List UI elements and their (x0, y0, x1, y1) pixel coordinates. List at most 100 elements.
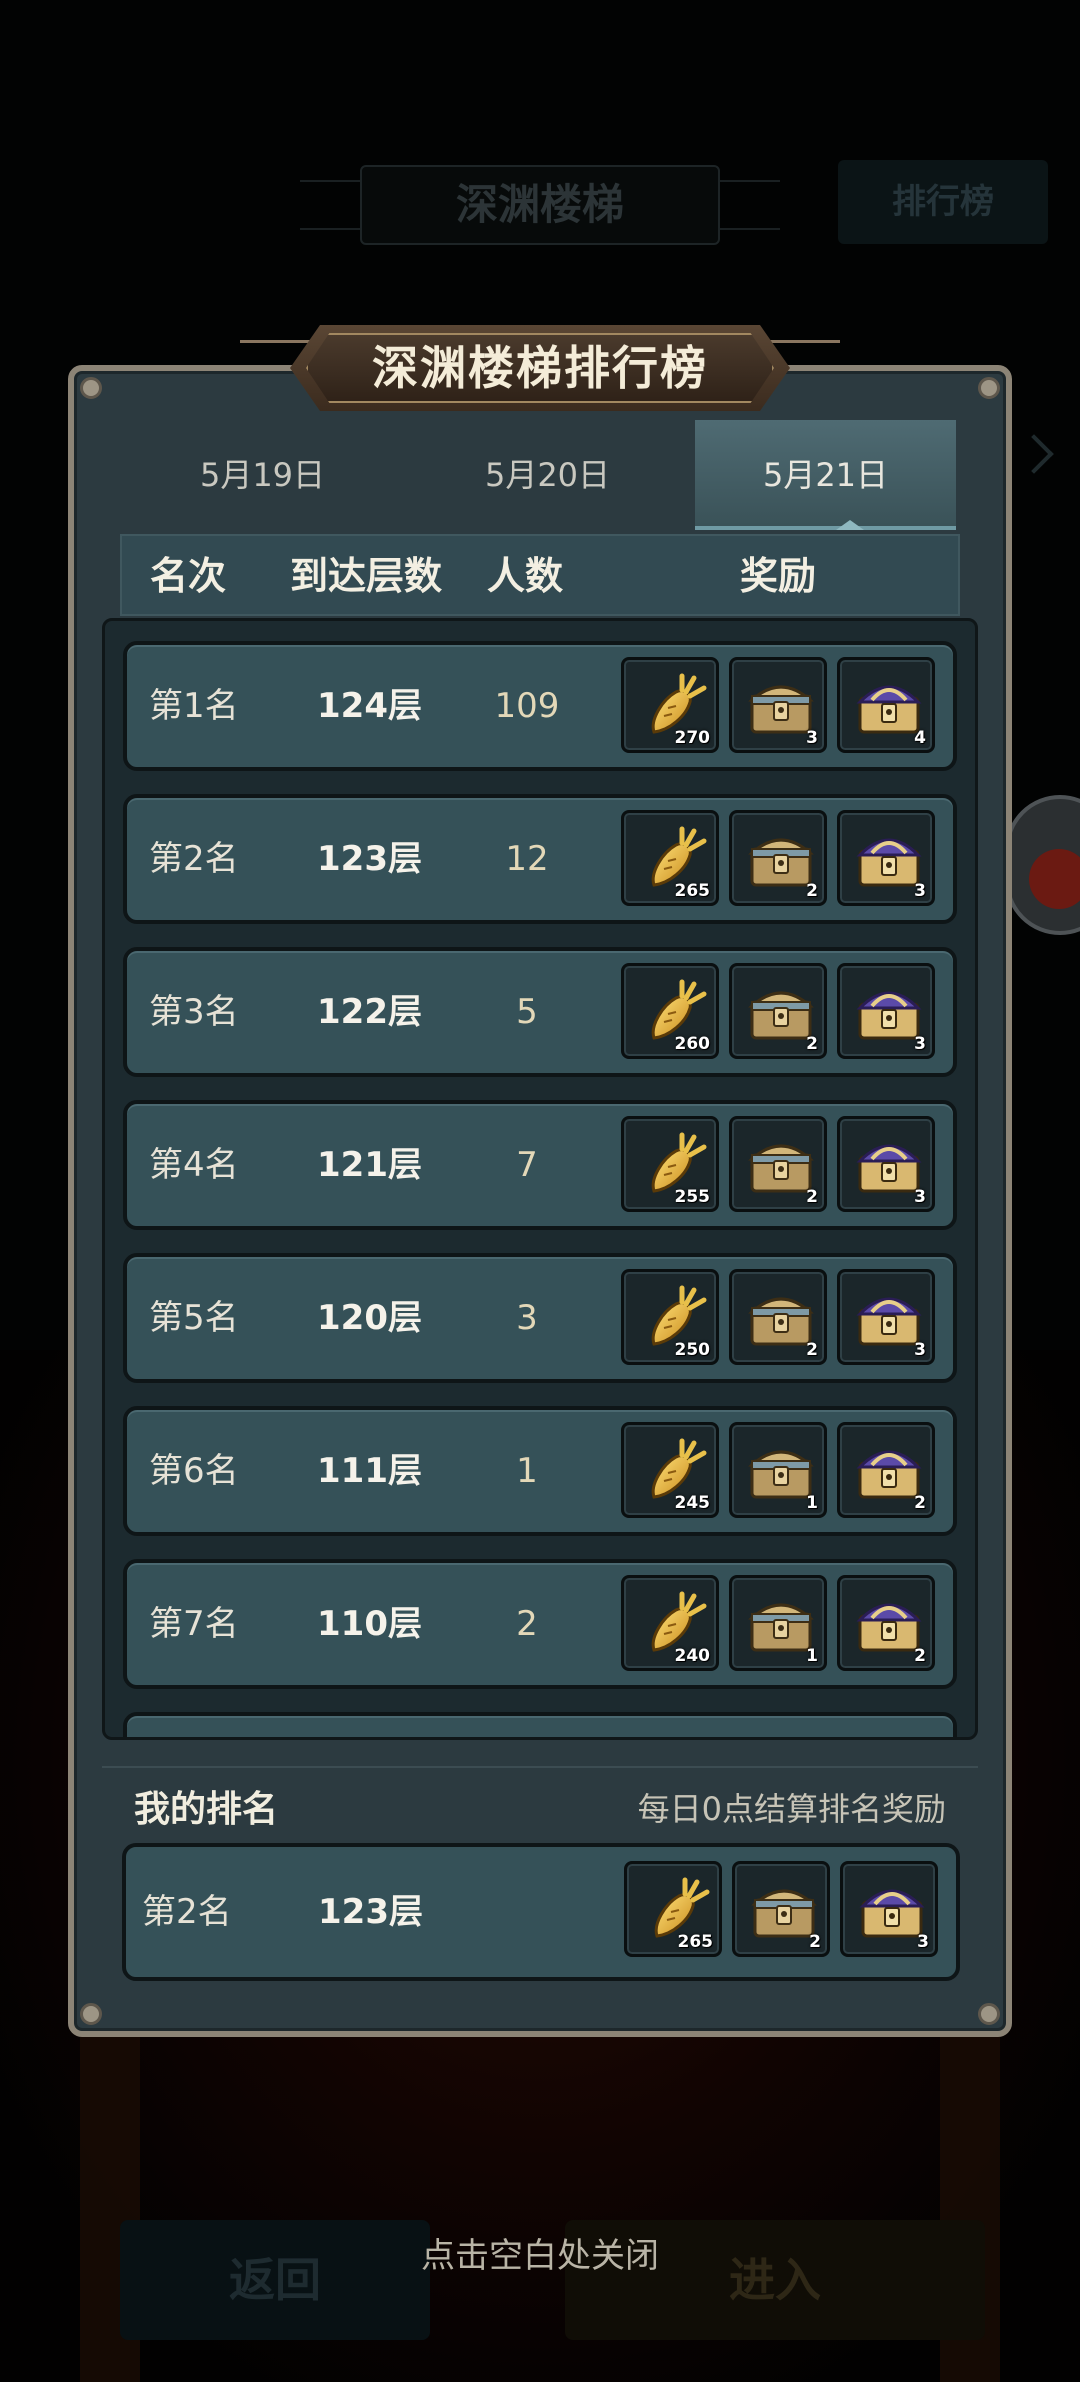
reward-quantity: 260 (674, 1034, 711, 1054)
floor-value: 123层 (317, 839, 422, 879)
reward-slot[interactable]: 3 (837, 963, 935, 1059)
reward-quantity: 255 (674, 1187, 711, 1207)
panel-rivet (978, 2003, 1000, 2025)
reward-quantity: 3 (917, 1932, 929, 1952)
rank-value: 第1名 (149, 686, 239, 726)
player-count: 1 (516, 1451, 538, 1491)
reward-slot[interactable]: 3 (840, 1861, 938, 1957)
rank-value: 第5名 (149, 1298, 239, 1338)
active-tab-pointer (836, 520, 864, 530)
header-rank: 名次 (150, 554, 227, 598)
reward-quantity: 265 (677, 1932, 714, 1952)
table-header: 名次 到达层数 人数 奖励 (120, 534, 960, 616)
my-floor-value: 123层 (318, 1892, 423, 1932)
table-row[interactable]: 第3名 122层 5 260 2 3 (123, 947, 957, 1077)
ranking-list[interactable]: 第1名 124层 109 270 3 4 第2名 123层 12 265 2 3 第3名 122层 5 260… (102, 618, 978, 1740)
reward-quantity: 3 (914, 1187, 926, 1207)
floor-value: 121层 (317, 1145, 422, 1185)
reward-slot[interactable]: 2 (729, 1116, 827, 1212)
tab-may-19[interactable]: 5月19日 (120, 420, 405, 530)
reward-slot[interactable]: 250 (621, 1269, 719, 1365)
floor-value: 110层 (317, 1604, 422, 1644)
panel-rivet (80, 2003, 102, 2025)
my-rank-value: 第2名 (142, 1892, 232, 1932)
floor-value: 124层 (317, 686, 422, 726)
tab-may-21[interactable]: 5月21日 (695, 420, 956, 530)
side-float-button[interactable] (1005, 795, 1080, 935)
header-floor: 到达层数 (290, 554, 443, 598)
table-row[interactable]: 第2名 123层 12 265 2 3 (123, 794, 957, 924)
reward-slot[interactable]: 2 (729, 963, 827, 1059)
reward-quantity: 4 (914, 728, 926, 748)
player-count: 3 (516, 1298, 538, 1338)
table-row[interactable]: 第1名 124层 109 270 3 4 (123, 641, 957, 771)
reward-slot[interactable]: 265 (621, 810, 719, 906)
player-count: 109 (494, 686, 560, 726)
reward-slot[interactable]: 265 (624, 1861, 722, 1957)
floor-value: 120层 (317, 1298, 422, 1338)
reward-quantity: 2 (806, 881, 818, 901)
header-reward: 奖励 (740, 554, 817, 598)
reward-quantity: 1 (806, 1493, 818, 1513)
reward-slot[interactable]: 270 (621, 657, 719, 753)
reward-quantity: 3 (914, 1034, 926, 1054)
table-row[interactable]: 第6名 111层 1 245 1 2 (123, 1406, 957, 1536)
reward-quantity: 3 (914, 1340, 926, 1360)
potion-icon (1029, 849, 1080, 909)
reward-slot[interactable]: 260 (621, 963, 719, 1059)
table-row[interactable] (123, 1712, 957, 1737)
reward-quantity: 270 (674, 728, 711, 748)
player-count: 7 (516, 1145, 538, 1185)
tab-may-20[interactable]: 5月20日 (405, 420, 690, 530)
background-title: 深渊楼梯 (360, 165, 720, 245)
player-count: 5 (516, 992, 538, 1032)
table-row[interactable]: 第4名 121层 7 255 2 3 (123, 1100, 957, 1230)
reward-slot[interactable]: 240 (621, 1575, 719, 1671)
reward-slot[interactable]: 1 (729, 1422, 827, 1518)
reward-quantity: 2 (914, 1493, 926, 1513)
reward-slot[interactable]: 3 (837, 810, 935, 906)
reward-quantity: 2 (914, 1646, 926, 1666)
floor-value: 111层 (317, 1451, 422, 1491)
reward-slot[interactable]: 3 (837, 1116, 935, 1212)
my-rank-row: 第2名 123层 265 2 3 (122, 1843, 960, 1981)
leaderboard-button[interactable]: 排行榜 (838, 160, 1048, 244)
panel-rivet (80, 377, 102, 399)
reward-slot[interactable]: 1 (729, 1575, 827, 1671)
reward-quantity: 245 (674, 1493, 711, 1513)
my-rank-title: 我的排名 (134, 1789, 279, 1830)
reward-quantity: 2 (806, 1340, 818, 1360)
reward-quantity: 2 (806, 1187, 818, 1207)
rank-value: 第2名 (149, 839, 239, 879)
reward-quantity: 240 (674, 1646, 711, 1666)
floor-value: 122层 (317, 992, 422, 1032)
reward-slot[interactable]: 2 (837, 1575, 935, 1671)
settlement-note: 每日0点结算排名奖励 (637, 1790, 946, 1828)
reward-quantity: 265 (674, 881, 711, 901)
reward-slot[interactable]: 2 (729, 810, 827, 906)
reward-quantity: 250 (674, 1340, 711, 1360)
rank-value: 第7名 (149, 1604, 239, 1644)
panel-title-banner: 深渊楼梯排行榜 (290, 325, 790, 411)
reward-quantity: 3 (806, 728, 818, 748)
rank-value: 第3名 (149, 992, 239, 1032)
reward-quantity: 2 (806, 1034, 818, 1054)
reward-slot[interactable]: 4 (837, 657, 935, 753)
player-count: 2 (516, 1604, 538, 1644)
table-row[interactable]: 第5名 120层 3 250 2 3 (123, 1253, 957, 1383)
reward-quantity: 3 (914, 881, 926, 901)
reward-slot[interactable]: 2 (837, 1422, 935, 1518)
player-count: 12 (505, 839, 549, 879)
close-hint: 点击空白处关闭 (421, 2236, 659, 2276)
reward-slot[interactable]: 245 (621, 1422, 719, 1518)
reward-quantity: 2 (809, 1932, 821, 1952)
reward-slot[interactable]: 2 (732, 1861, 830, 1957)
reward-slot[interactable]: 2 (729, 1269, 827, 1365)
reward-slot[interactable]: 3 (729, 657, 827, 753)
date-tabs: 5月19日 5月20日 5月21日 (120, 420, 956, 530)
reward-slot[interactable]: 255 (621, 1116, 719, 1212)
panel-title: 深渊楼梯排行榜 (372, 341, 708, 395)
divider (102, 1766, 978, 1768)
reward-slot[interactable]: 3 (837, 1269, 935, 1365)
table-row[interactable]: 第7名 110层 2 240 1 2 (123, 1559, 957, 1689)
